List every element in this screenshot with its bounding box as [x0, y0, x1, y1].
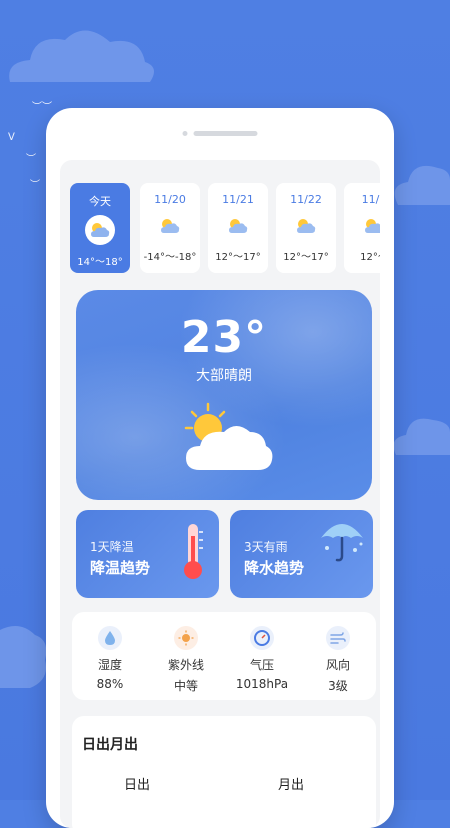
pressure-gauge-icon: [250, 626, 274, 650]
forecast-day-label: 11/20: [154, 193, 186, 206]
forecast-day-label: 11/21: [222, 193, 254, 206]
weather-stats-panel: 湿度 88% 紫外线 中等 气压 1018hPa 风向 3级: [72, 612, 376, 700]
daily-forecast-strip[interactable]: 今天 14°～18° 11/20 -14°～-18° 11/21 12°～17°: [70, 183, 380, 273]
wind-icon: [326, 626, 350, 650]
forecast-temp-range: 12°～17°: [215, 252, 261, 263]
forecast-day-today[interactable]: 今天 14°～18°: [70, 183, 130, 273]
cooling-trend-subtitle: 1天降温: [90, 540, 134, 554]
cloudy-sun-icon: [292, 212, 320, 240]
forecast-day-label: 11/2: [361, 193, 380, 206]
bird-icon: ︶: [26, 154, 36, 165]
current-weather-card: 23° 大部晴朗: [76, 290, 372, 500]
stat-pressure: 气压 1018hPa: [224, 612, 300, 700]
stat-humidity: 湿度 88%: [72, 612, 148, 700]
forecast-temp-range: 14°～18°: [77, 257, 123, 268]
humidity-icon: [98, 626, 122, 650]
sunrise-label: 日出: [124, 778, 151, 793]
cloudy-sun-icon: [156, 212, 184, 240]
phone-frame: 今天 14°～18° 11/20 -14°～-18° 11/21 12°～17°: [46, 108, 394, 828]
thermometer-icon: [184, 524, 203, 579]
stat-value: 3级: [328, 679, 348, 693]
sunrise-moonrise-title: 日出月出: [82, 737, 138, 753]
app-screen: 今天 14°～18° 11/20 -14°～-18° 11/21 12°～17°: [60, 160, 380, 828]
bird-icon: ᐯ: [8, 132, 15, 143]
current-condition: 大部晴朗: [196, 368, 252, 384]
cloudy-sun-icon: [360, 212, 380, 240]
forecast-temp-range: -14°～-18°: [143, 252, 197, 263]
stat-value: 88%: [96, 677, 124, 691]
cloudy-sun-icon: [85, 215, 115, 245]
stat-wind: 风向 3级: [300, 612, 376, 700]
moonrise-label: 月出: [278, 778, 305, 793]
stat-value: 中等: [173, 679, 198, 693]
forecast-day[interactable]: 11/2 12°～: [344, 183, 380, 273]
forecast-day[interactable]: 11/20 -14°～-18°: [140, 183, 200, 273]
stat-uv: 紫外线 中等: [148, 612, 224, 700]
sunrise-moonrise-card: 日出月出 日出 月出: [72, 716, 376, 828]
rain-trend-subtitle: 3天有雨: [244, 540, 288, 554]
background-cloud-icon: [9, 30, 154, 83]
rain-trend-title: 降水趋势: [244, 559, 305, 577]
uv-sun-icon: [174, 626, 198, 650]
bird-icon: ︶: [30, 180, 40, 191]
cooling-trend-card[interactable]: 1天降温 降温趋势: [76, 510, 219, 598]
forecast-day-label: 今天: [89, 195, 111, 208]
partly-cloudy-icon: [184, 402, 273, 470]
stat-name: 风向: [325, 658, 350, 672]
forecast-day[interactable]: 11/21 12°～17°: [208, 183, 268, 273]
forecast-day-label: 11/22: [290, 193, 322, 206]
cloudy-sun-icon: [224, 212, 252, 240]
background-cloud-icon: [394, 165, 450, 205]
rain-trend-card[interactable]: 3天有雨 降水趋势: [230, 510, 373, 598]
stat-value: 1018hPa: [235, 677, 289, 691]
background-cloud-icon: [393, 418, 450, 455]
forecast-day[interactable]: 11/22 12°～17°: [276, 183, 336, 273]
bird-icon: ︶︶: [32, 102, 52, 113]
stat-name: 气压: [249, 658, 274, 672]
umbrella-icon: [321, 524, 363, 562]
forecast-temp-range: 12°～: [360, 252, 380, 263]
stat-name: 湿度: [97, 658, 122, 672]
stat-name: 紫外线: [167, 658, 204, 672]
current-temperature: 23°: [180, 312, 268, 363]
phone-notch: [182, 131, 258, 136]
background-cloud-icon: [0, 626, 47, 688]
cooling-trend-title: 降温趋势: [90, 559, 151, 577]
forecast-temp-range: 12°～17°: [283, 252, 329, 263]
